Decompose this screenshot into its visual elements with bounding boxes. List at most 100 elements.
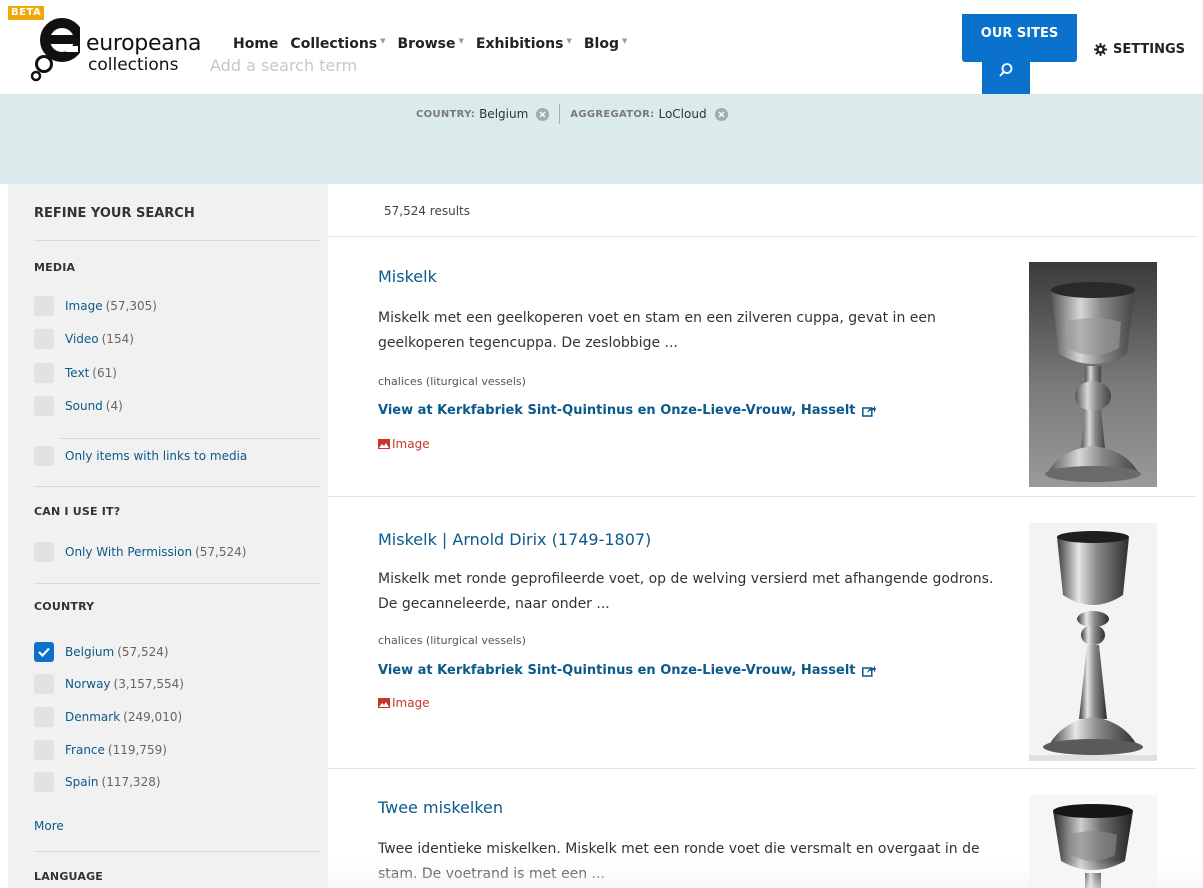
checkbox[interactable] — [34, 446, 54, 466]
results-count: 57,524 results — [384, 204, 471, 218]
filter-tag-aggregator: AGGREGATOR: LoCloud — [570, 107, 728, 121]
nav-exhibitions[interactable]: Exhibitions ▼ — [476, 36, 572, 52]
media-type-label: Image — [378, 696, 430, 710]
facet-label: Only items with links to media — [65, 449, 248, 463]
result-description: Miskelk met een geelkoperen voet en stam… — [378, 310, 936, 351]
facet-option-denmark[interactable]: Denmark (249,010) — [34, 707, 182, 727]
result-item: Miskelk | Arnold Dirix (1749-1807) Miske… — [328, 497, 1196, 769]
facet-heading-country: COUNTRY — [34, 600, 95, 613]
facet-label: Denmark — [65, 710, 121, 724]
chalice-photo — [1029, 523, 1157, 761]
facet-count: (57,305) — [105, 299, 157, 313]
search-input[interactable] — [203, 46, 973, 94]
remove-filter-button[interactable] — [536, 107, 550, 121]
filter-divider — [559, 104, 561, 124]
chalice-photo — [1029, 795, 1157, 888]
result-title[interactable]: Twee miskelken — [378, 798, 503, 817]
facet-heading-language: LANGUAGE — [34, 870, 104, 883]
facet-option-sound[interactable]: Sound (4) — [34, 396, 123, 416]
facet-label: Image — [65, 299, 103, 313]
nav-browse[interactable]: Browse ▼ — [398, 36, 464, 52]
settings-button[interactable]: SETTINGS — [1094, 42, 1185, 57]
facet-label: Video — [65, 332, 99, 346]
external-link-icon — [861, 405, 876, 417]
checkbox[interactable] — [34, 674, 54, 694]
divider — [34, 583, 321, 584]
result-title[interactable]: Miskelk | Arnold Dirix (1749-1807) — [378, 530, 651, 549]
facet-option-norway[interactable]: Norway (3,157,554) — [34, 674, 184, 694]
main-nav: Home Collections ▼ Browse ▼ Exhibitions ▼ B… — [233, 36, 639, 52]
checkbox[interactable] — [34, 740, 54, 760]
facet-label: Belgium — [65, 645, 115, 659]
facet-label: Norway — [65, 677, 111, 691]
checkbox[interactable] — [34, 363, 54, 383]
chevron-down-icon: ▼ — [621, 37, 628, 45]
nav-collections[interactable]: Collections ▼ — [290, 36, 385, 52]
checkbox[interactable] — [34, 329, 54, 349]
provider-link[interactable]: View at Kerkfabriek Sint-Quintinus en On… — [378, 663, 876, 678]
active-filter-list: COUNTRY: Belgium AGGREGATOR: LoCloud — [416, 104, 728, 124]
checkbox[interactable] — [34, 542, 54, 562]
our-sites-button[interactable]: OUR SITES — [962, 14, 1077, 62]
logo-subtitle: collections — [88, 55, 179, 75]
image-icon — [378, 439, 390, 449]
divider — [34, 486, 321, 487]
media-type-label: Image — [378, 437, 430, 451]
facet-option-video[interactable]: Video (154) — [34, 329, 134, 349]
chalice-photo — [1029, 262, 1157, 487]
facet-label: Text — [65, 366, 90, 380]
result-subject: chalices (liturgical vessels) — [378, 634, 526, 647]
facet-label: France — [65, 743, 105, 757]
facet-count: (57,524) — [117, 645, 169, 659]
facet-option-text[interactable]: Text (61) — [34, 363, 117, 383]
facet-count: (154) — [101, 332, 134, 346]
result-description: Miskelk met ronde geprofileerde voet, op… — [378, 571, 994, 612]
result-thumbnail[interactable] — [1029, 795, 1157, 888]
result-thumbnail[interactable] — [1029, 262, 1157, 487]
refine-sidebar: REFINE YOUR SEARCH MEDIA Image (57,305) … — [8, 184, 328, 888]
facet-count: (61) — [92, 366, 117, 380]
facet-label: Spain — [65, 775, 99, 789]
facet-option-permission[interactable]: Only With Permission (57,524) — [34, 542, 246, 562]
facet-option-france[interactable]: France (119,759) — [34, 740, 167, 760]
remove-filter-button[interactable] — [714, 107, 728, 121]
facet-label: Only With Permission — [65, 545, 193, 559]
nav-home[interactable]: Home — [233, 36, 278, 52]
result-item: Miskelk Miskelk met een geelkoperen voet… — [328, 237, 1196, 497]
facet-option-image[interactable]: Image (57,305) — [34, 296, 157, 316]
logo-wordmark: europeana — [86, 31, 202, 56]
provider-link[interactable]: View at Kerkfabriek Sint-Quintinus en On… — [378, 403, 876, 418]
site-header: europeana collections BETA Home Collecti… — [0, 0, 1203, 94]
facet-label: Sound — [65, 399, 103, 413]
filter-key: AGGREGATOR: — [570, 108, 655, 120]
result-title[interactable]: Miskelk — [378, 267, 437, 286]
chevron-down-icon: ▼ — [380, 37, 386, 45]
filter-tag-country: COUNTRY: Belgium — [416, 107, 550, 121]
result-item: Twee miskelken Twee identieke miskelken.… — [328, 769, 1196, 888]
more-countries-link[interactable]: More — [34, 819, 64, 833]
nav-blog[interactable]: Blog ▼ — [584, 36, 628, 52]
facet-heading-rights: CAN I USE IT? — [34, 505, 121, 518]
chevron-down-icon: ▼ — [458, 37, 464, 45]
checkbox[interactable] — [34, 772, 54, 792]
checkbox[interactable] — [34, 707, 54, 727]
facet-option-spain[interactable]: Spain (117,328) — [34, 772, 161, 792]
gear-icon — [1094, 43, 1107, 56]
checkbox[interactable] — [34, 642, 54, 662]
sidebar-title: REFINE YOUR SEARCH — [34, 206, 195, 221]
result-description: Twee identieke miskelken. Miskelk met ee… — [378, 841, 980, 882]
filter-value: LoCloud — [658, 107, 707, 121]
facet-count: (119,759) — [107, 743, 167, 757]
facet-option-links-to-media[interactable]: Only items with links to media — [34, 446, 247, 466]
checkmark-icon — [38, 647, 50, 657]
checkbox[interactable] — [34, 396, 54, 416]
beta-badge: BETA — [8, 6, 45, 20]
facet-option-belgium[interactable]: Belgium (57,524) — [34, 642, 169, 662]
divider — [34, 851, 321, 852]
divider — [34, 240, 321, 241]
image-icon — [378, 698, 390, 708]
result-thumbnail[interactable] — [1029, 523, 1157, 761]
checkbox[interactable] — [34, 296, 54, 316]
facet-count: (57,524) — [195, 545, 247, 559]
facet-count: (117,328) — [101, 775, 161, 789]
